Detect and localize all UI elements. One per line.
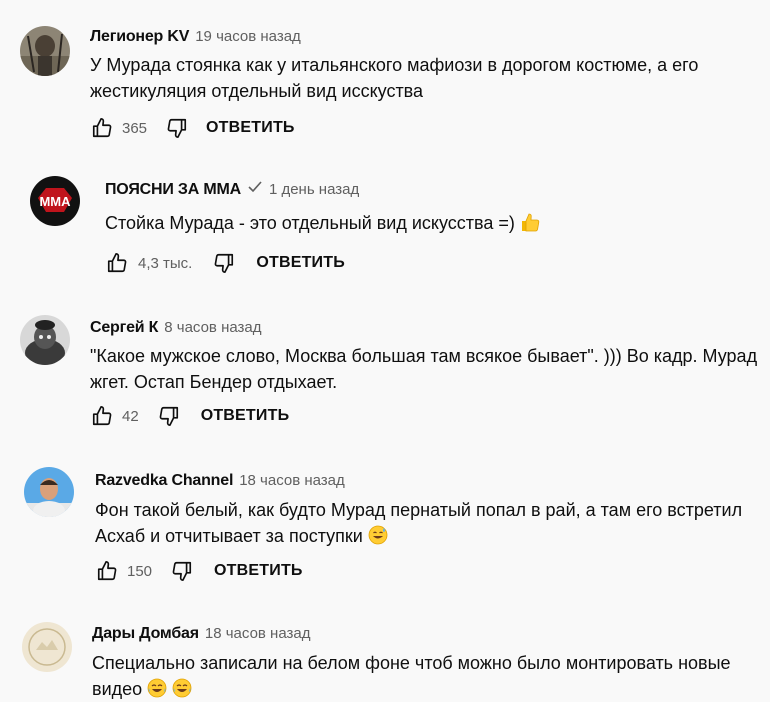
- comment-header: Сергей К 8 часов назад: [90, 319, 262, 337]
- comment-thread: Сергей К 8 часов назад "Какое мужское сл…: [0, 295, 770, 445]
- thumbs-up-icon: [92, 406, 112, 426]
- like-count: 4,3 тыс.: [138, 254, 193, 272]
- comment-header: Дары Домбая 18 часов назад: [92, 625, 310, 643]
- comment-thread: Легионер KV 19 часов назад У Мурада стоя…: [0, 0, 770, 150]
- author-name[interactable]: Дары Домбая: [92, 625, 199, 643]
- comment-actions: 150 ОТВЕТИТЬ: [95, 558, 303, 584]
- comment-text-body: Стойка Мурада - это отдельный вид искусс…: [105, 213, 515, 233]
- comment-thread: MMA ПОЯСНИ ЗА ММА 1 день назад Стойка Му…: [0, 150, 770, 295]
- like-button[interactable]: [105, 251, 129, 275]
- avatar[interactable]: [20, 315, 70, 365]
- comment-actions: 365 ОТВЕТИТЬ: [90, 115, 295, 141]
- avatar[interactable]: [24, 467, 74, 517]
- comment-text: Стойка Мурада - это отдельный вид искусс…: [105, 210, 745, 236]
- thumbs-up-icon: [107, 253, 127, 273]
- timestamp[interactable]: 8 часов назад: [164, 319, 261, 336]
- avatar[interactable]: MMA: [30, 176, 80, 226]
- comment-header: Легионер KV 19 часов назад: [90, 28, 301, 46]
- timestamp[interactable]: 19 часов назад: [195, 28, 301, 45]
- avatar[interactable]: [20, 26, 70, 76]
- joy-emoji-icon: [147, 678, 167, 698]
- comment-text: Фон такой белый, как будто Мурад пернаты…: [95, 497, 760, 549]
- author-name[interactable]: Razvedka Channel: [95, 472, 233, 490]
- timestamp[interactable]: 18 часов назад: [205, 625, 311, 642]
- thumbs-down-icon: [159, 406, 178, 426]
- like-button[interactable]: [95, 559, 119, 583]
- author-name[interactable]: ПОЯСНИ ЗА ММА: [105, 181, 241, 199]
- like-button[interactable]: [90, 116, 114, 140]
- comment-header: ПОЯСНИ ЗА ММА 1 день назад: [105, 180, 359, 199]
- thumbs-up-emoji-icon: [521, 213, 540, 232]
- comment-actions: 42 ОТВЕТИТЬ: [90, 403, 289, 429]
- comment-text: "Какое мужское слово, Москва большая там…: [90, 346, 758, 392]
- comment-text: У Мурада стоянка как у итальянского мафи…: [90, 55, 699, 101]
- dislike-button[interactable]: [165, 116, 189, 140]
- joy-emoji-icon: [172, 678, 192, 698]
- comment-actions: 4,3 тыс. ОТВЕТИТЬ: [105, 250, 345, 276]
- sweat-smile-emoji-icon: [368, 525, 388, 545]
- reply-button[interactable]: ОТВЕТИТЬ: [214, 562, 303, 580]
- author-name[interactable]: Легионер KV: [90, 28, 189, 46]
- comment-thread: Razvedka Channel 18 часов назад Фон тако…: [0, 445, 770, 605]
- like-button[interactable]: [90, 404, 114, 428]
- thumbs-up-icon: [92, 118, 112, 138]
- avatar[interactable]: [22, 622, 72, 672]
- thumbs-down-icon: [214, 253, 234, 273]
- comment-text: Специально записали на белом фоне чтоб м…: [92, 650, 752, 702]
- comment-thread: Дары Домбая 18 часов назад Специально за…: [0, 605, 770, 699]
- timestamp[interactable]: 1 день назад: [269, 181, 359, 198]
- thumbs-up-icon: [97, 561, 117, 581]
- verified-check-icon: [248, 181, 262, 193]
- timestamp[interactable]: 18 часов назад: [239, 472, 345, 489]
- dislike-button[interactable]: [212, 251, 236, 275]
- comment-header: Razvedka Channel 18 часов назад: [95, 472, 345, 490]
- author-name[interactable]: Сергей К: [90, 319, 158, 337]
- like-count: 42: [122, 407, 139, 425]
- reply-button[interactable]: ОТВЕТИТЬ: [256, 254, 345, 272]
- like-count: 150: [127, 562, 153, 580]
- thumbs-down-icon: [172, 561, 192, 581]
- like-count: 365: [122, 119, 148, 137]
- reply-button[interactable]: ОТВЕТИТЬ: [201, 407, 290, 425]
- thumbs-down-icon: [167, 118, 187, 138]
- comment-text-body: Фон такой белый, как будто Мурад пернаты…: [95, 500, 743, 546]
- avatar-logo-text: MMA: [39, 194, 71, 209]
- reply-button[interactable]: ОТВЕТИТЬ: [206, 119, 295, 137]
- dislike-button[interactable]: [157, 404, 181, 428]
- dislike-button[interactable]: [170, 559, 194, 583]
